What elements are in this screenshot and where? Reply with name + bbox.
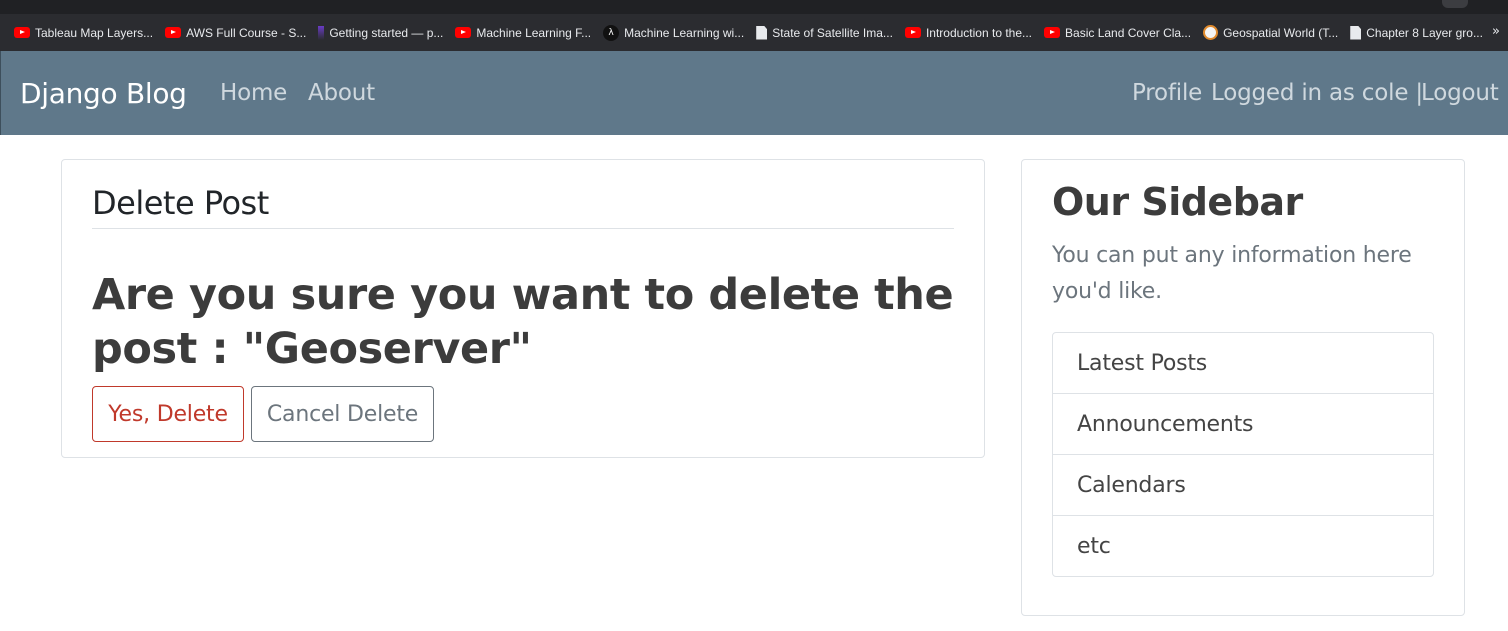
site-navbar: Django Blog Home About Profile Logged in…	[0, 51, 1508, 135]
nav-logout-link[interactable]: Logout	[1421, 80, 1499, 106]
bookmarks-bar: Tableau Map Layers... AWS Full Course - …	[0, 14, 1508, 51]
bookmark-item[interactable]: Machine Learning F...	[455, 23, 591, 43]
delete-post-card: Delete Post Are you sure you want to del…	[61, 159, 985, 458]
site-icon	[318, 25, 325, 40]
sidebar-list: Latest Posts Announcements Calendars etc	[1052, 332, 1434, 577]
sidebar-text: You can put any information here you'd l…	[1052, 243, 1412, 304]
nav-about-link[interactable]: About	[308, 80, 375, 106]
nav-profile-link[interactable]: Profile	[1132, 80, 1202, 106]
document-icon	[756, 25, 768, 40]
bookmark-label: Getting started — p...	[329, 25, 444, 40]
lambda-icon: λ	[603, 24, 620, 41]
bookmark-item[interactable]: AWS Full Course - S...	[165, 23, 306, 43]
youtube-icon	[165, 27, 182, 38]
bookmark-item[interactable]: Getting started — p...	[318, 23, 443, 43]
bookmark-label: AWS Full Course - S...	[186, 25, 307, 40]
sidebar-item-latest-posts[interactable]: Latest Posts	[1053, 333, 1433, 393]
form-legend: Delete Post	[92, 184, 269, 222]
bookmark-item[interactable]: Tableau Map Layers...	[14, 23, 153, 43]
bookmark-label: Chapter 8 Layer gro...	[1366, 25, 1483, 40]
sidebar-item-calendars[interactable]: Calendars	[1053, 454, 1433, 515]
bookmark-item[interactable]: λ Machine Learning wi...	[603, 23, 744, 43]
sidebar-item-etc[interactable]: etc	[1053, 515, 1433, 576]
youtube-icon	[14, 27, 30, 38]
document-icon	[1350, 25, 1362, 40]
bookmark-item[interactable]: State of Satellite Ima...	[756, 23, 893, 43]
bookmarks-overflow-icon[interactable]: »	[1492, 24, 1500, 39]
bookmark-label: Machine Learning F...	[476, 25, 592, 40]
bookmark-label: Geospatial World (T...	[1223, 25, 1339, 40]
bookmark-label: Machine Learning wi...	[624, 25, 745, 40]
bookmark-label: Basic Land Cover Cla...	[1065, 25, 1192, 40]
bookmark-item[interactable]: Chapter 8 Layer gro...	[1350, 23, 1483, 43]
sidebar-item-announcements[interactable]: Announcements	[1053, 393, 1433, 454]
youtube-icon	[904, 27, 921, 38]
bookmark-label: Introduction to the...	[925, 25, 1033, 40]
bookmark-item[interactable]: Basic Land Cover Cla...	[1044, 23, 1191, 43]
legend-divider	[92, 228, 954, 229]
confirm-question: Are you sure you want to delete the post…	[92, 270, 954, 374]
globe-icon	[1203, 25, 1219, 40]
bookmark-item[interactable]: Geospatial World (T...	[1203, 23, 1338, 43]
sidebar-card: Our Sidebar You can put any information …	[1021, 159, 1465, 616]
youtube-icon	[1044, 27, 1061, 38]
tab-edge	[1442, 0, 1468, 8]
cancel-delete-button[interactable]: Cancel Delete	[251, 386, 434, 442]
logged-in-text: Logged in as cole |	[1211, 80, 1423, 106]
bookmark-label: State of Satellite Ima...	[772, 25, 893, 40]
browser-titlebar	[0, 0, 1508, 14]
bookmark-item[interactable]: Introduction to the...	[904, 23, 1033, 43]
sidebar-title: Our Sidebar	[1052, 180, 1303, 224]
bookmark-label: Tableau Map Layers...	[35, 25, 154, 40]
nav-home-link[interactable]: Home	[220, 80, 287, 106]
confirm-delete-button[interactable]: Yes, Delete	[92, 386, 244, 442]
brand-link[interactable]: Django Blog	[20, 77, 187, 110]
youtube-icon	[455, 27, 472, 38]
